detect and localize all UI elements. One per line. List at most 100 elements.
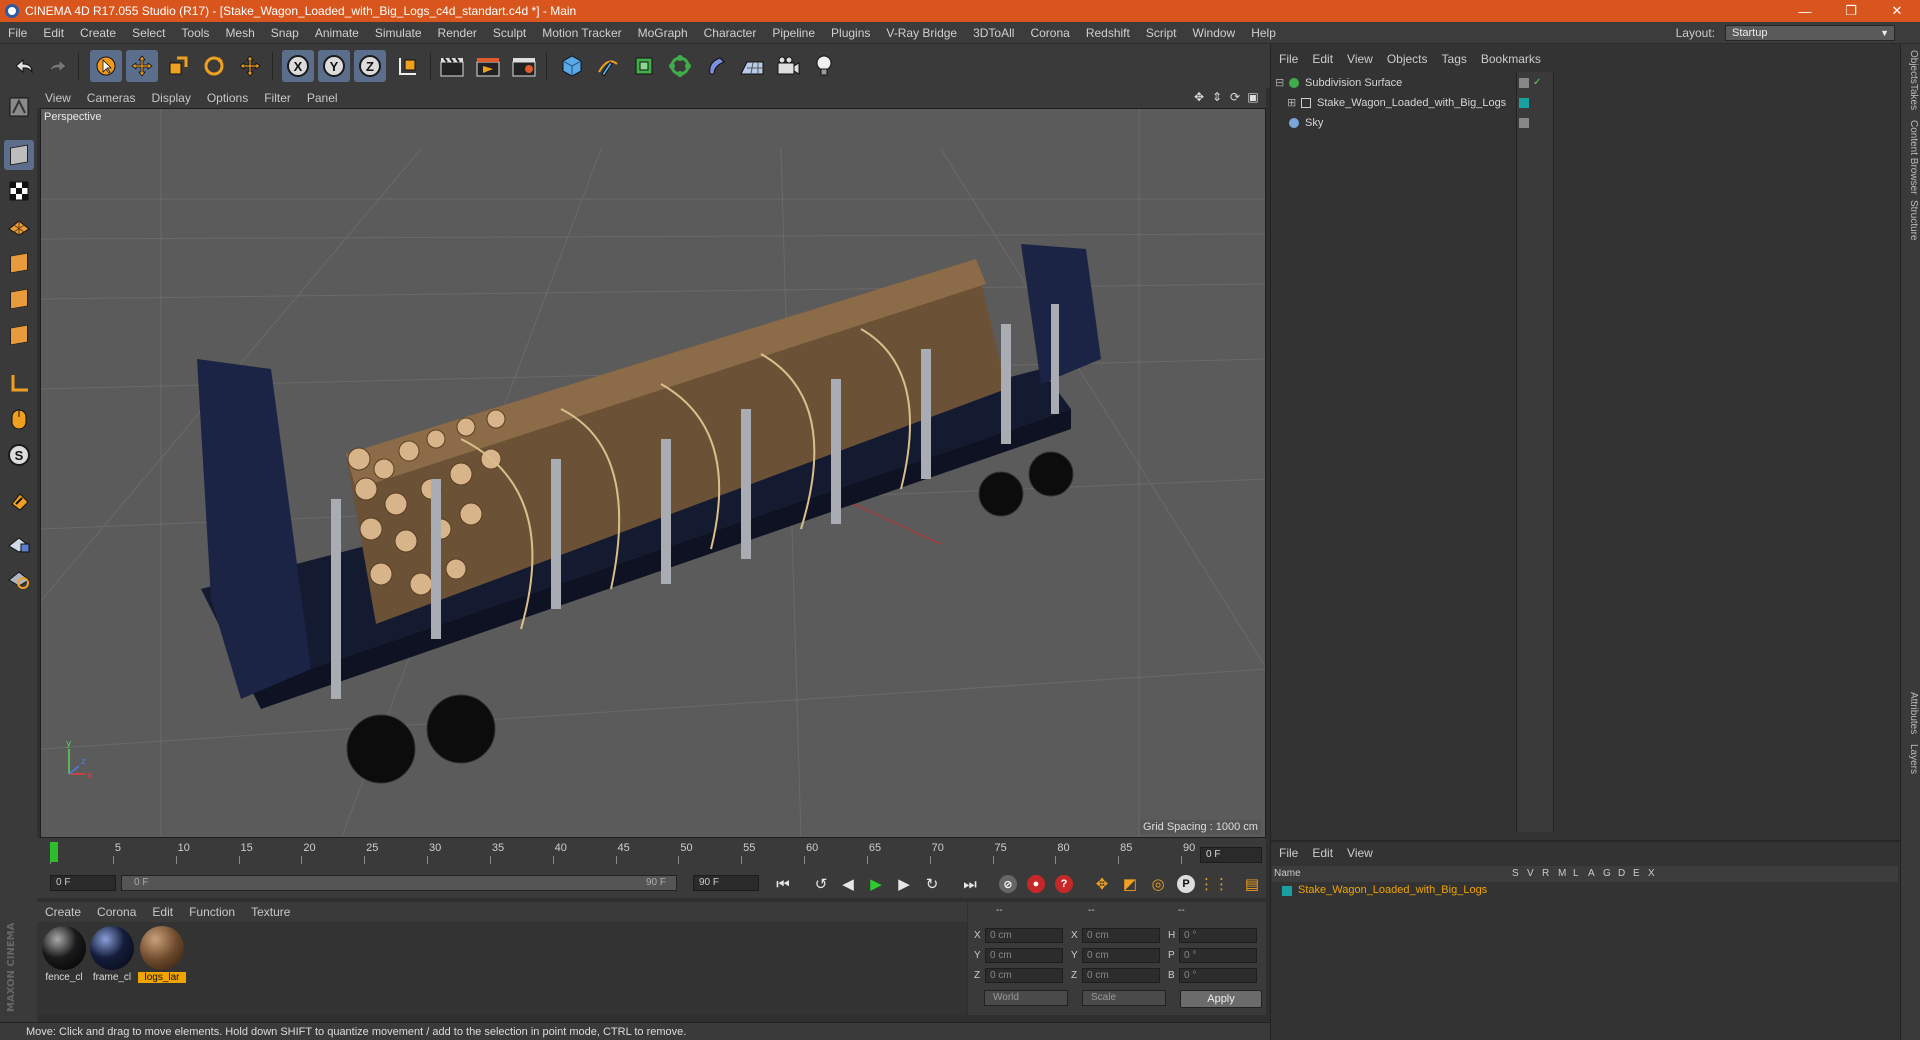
menu-mograph[interactable]: MoGraph <box>630 26 696 40</box>
edges-mode-button[interactable] <box>4 284 34 314</box>
object-menu-objects[interactable]: Objects <box>1380 52 1435 66</box>
rot-b-field[interactable]: 0 ° <box>1179 968 1257 983</box>
camera-object-button[interactable] <box>772 50 804 82</box>
layer-column-name[interactable]: Name <box>1274 868 1301 879</box>
maximize-button[interactable]: ❐ <box>1828 0 1874 22</box>
tab-structure[interactable]: Structure <box>1903 200 1919 241</box>
menu-redshift[interactable]: Redshift <box>1078 26 1138 40</box>
expand-icon[interactable]: ⊞ <box>1287 94 1296 112</box>
render-picture-viewer-button[interactable] <box>472 50 504 82</box>
live-selection-button[interactable] <box>90 50 122 82</box>
coordinate-mode-dropdown[interactable]: World <box>984 990 1068 1006</box>
render-settings-button[interactable] <box>508 50 540 82</box>
layer-menu-file[interactable]: File <box>1272 846 1305 860</box>
menu-motion-tracker[interactable]: Motion Tracker <box>534 26 629 40</box>
menu-3dtoall[interactable]: 3DToAll <box>965 26 1022 40</box>
y-axis-lock-button[interactable]: Y <box>318 50 350 82</box>
menu-corona[interactable]: Corona <box>1022 26 1077 40</box>
material-fence[interactable]: fence_cl <box>40 926 88 983</box>
polygons-mode-button[interactable] <box>4 320 34 350</box>
layout-dropdown[interactable]: Startup ▼ <box>1725 25 1895 41</box>
layer-menu-edit[interactable]: Edit <box>1305 846 1340 860</box>
go-to-start-button[interactable]: ⏮ <box>771 873 795 895</box>
layer-column-m[interactable]: M <box>1558 868 1566 879</box>
previous-keyframe-button[interactable]: ↺ <box>809 873 833 895</box>
menu-help[interactable]: Help <box>1243 26 1284 40</box>
render-view-button[interactable] <box>436 50 468 82</box>
viewport-menu-filter[interactable]: Filter <box>256 91 299 105</box>
autokey-button[interactable]: ? <box>1052 873 1076 895</box>
material-menu-texture[interactable]: Texture <box>243 905 298 919</box>
pan-view-icon[interactable]: ✥ <box>1192 90 1206 104</box>
points-mode-button[interactable] <box>4 248 34 278</box>
menu-character[interactable]: Character <box>696 26 765 40</box>
floor-object-button[interactable] <box>736 50 768 82</box>
layer-color-icon[interactable] <box>1519 98 1529 108</box>
material-frame[interactable]: frame_cl <box>88 926 136 983</box>
layer-tag-icon[interactable] <box>1519 118 1529 128</box>
subdivision-surface-button[interactable] <box>628 50 660 82</box>
size-z-field[interactable]: 0 cm <box>1082 968 1160 983</box>
record-button[interactable]: ● <box>1024 873 1048 895</box>
layer-column-l[interactable]: L <box>1573 868 1579 879</box>
size-y-field[interactable]: 0 cm <box>1082 948 1160 963</box>
viewport-menu-display[interactable]: Display <box>143 91 198 105</box>
layer-column-r[interactable]: R <box>1542 868 1549 879</box>
pen-spline-button[interactable] <box>592 50 624 82</box>
make-editable-button[interactable] <box>4 92 34 122</box>
key-pla-button[interactable]: ⋮⋮ <box>1199 873 1229 895</box>
menu-pipeline[interactable]: Pipeline <box>764 26 823 40</box>
tab-content-browser[interactable]: Content Browser <box>1903 120 1919 194</box>
model-mode-button[interactable] <box>4 140 34 170</box>
material-logs[interactable]: logs_lar <box>138 926 186 983</box>
menu-render[interactable]: Render <box>430 26 485 40</box>
menu-tools[interactable]: Tools <box>173 26 217 40</box>
play-button[interactable]: ▶ <box>864 873 888 895</box>
menu-snap[interactable]: Snap <box>263 26 307 40</box>
motion-path-button[interactable]: ⊘ <box>996 873 1020 895</box>
magnet-tool-button[interactable] <box>4 486 34 516</box>
object-menu-file[interactable]: File <box>1272 52 1305 66</box>
layer-column-s[interactable]: S <box>1512 868 1519 879</box>
tab-attributes[interactable]: Attributes <box>1903 692 1919 734</box>
workplane-rotate-button[interactable] <box>4 564 34 594</box>
pos-y-field[interactable]: 0 cm <box>985 948 1063 963</box>
layer-tag-icon[interactable] <box>1519 78 1529 88</box>
coordinate-system-button[interactable] <box>392 50 424 82</box>
array-object-button[interactable] <box>664 50 696 82</box>
menu-edit[interactable]: Edit <box>35 26 72 40</box>
tweak-mode-button[interactable] <box>4 404 34 434</box>
next-frame-button[interactable]: ▶ <box>892 873 916 895</box>
collapse-icon[interactable]: ⊟ <box>1275 74 1284 92</box>
layer-column-v[interactable]: V <box>1527 868 1534 879</box>
layer-column-a[interactable]: A <box>1588 868 1595 879</box>
next-keyframe-button[interactable]: ↻ <box>920 873 944 895</box>
material-menu-create[interactable]: Create <box>37 905 89 919</box>
menu-mesh[interactable]: Mesh <box>217 26 262 40</box>
tab-layers[interactable]: Layers <box>1903 744 1919 774</box>
undo-button[interactable] <box>8 50 40 82</box>
object-row-sky[interactable]: Sky <box>1275 114 1515 132</box>
redo-button[interactable] <box>42 50 74 82</box>
end-frame-field[interactable]: 90 F <box>693 875 759 891</box>
key-rotation-button[interactable]: ◎ <box>1146 873 1170 895</box>
tab-takes[interactable]: Takes <box>1903 84 1919 110</box>
menu-file[interactable]: File <box>0 26 35 40</box>
snap-button[interactable]: S <box>4 440 34 470</box>
preview-range-slider[interactable]: 0 F 90 F <box>121 875 677 891</box>
pos-x-field[interactable]: 0 cm <box>985 928 1063 943</box>
menu-select[interactable]: Select <box>124 26 173 40</box>
timeline-playhead[interactable] <box>50 842 58 862</box>
viewport-menu-view[interactable]: View <box>37 91 79 105</box>
menu-script[interactable]: Script <box>1138 26 1185 40</box>
menu-plugins[interactable]: Plugins <box>823 26 878 40</box>
object-axis-button[interactable] <box>4 368 34 398</box>
layer-row[interactable]: Stake_Wagon_Loaded_with_Big_Logs <box>1272 883 1898 899</box>
current-frame-field[interactable]: 0 F <box>1200 847 1262 863</box>
minimize-button[interactable]: — <box>1782 0 1828 22</box>
texture-mode-button[interactable] <box>4 176 34 206</box>
key-parameter-button[interactable]: P <box>1174 873 1198 895</box>
menu-simulate[interactable]: Simulate <box>367 26 430 40</box>
key-position-button[interactable]: ✥ <box>1090 873 1114 895</box>
object-menu-tags[interactable]: Tags <box>1435 52 1474 66</box>
